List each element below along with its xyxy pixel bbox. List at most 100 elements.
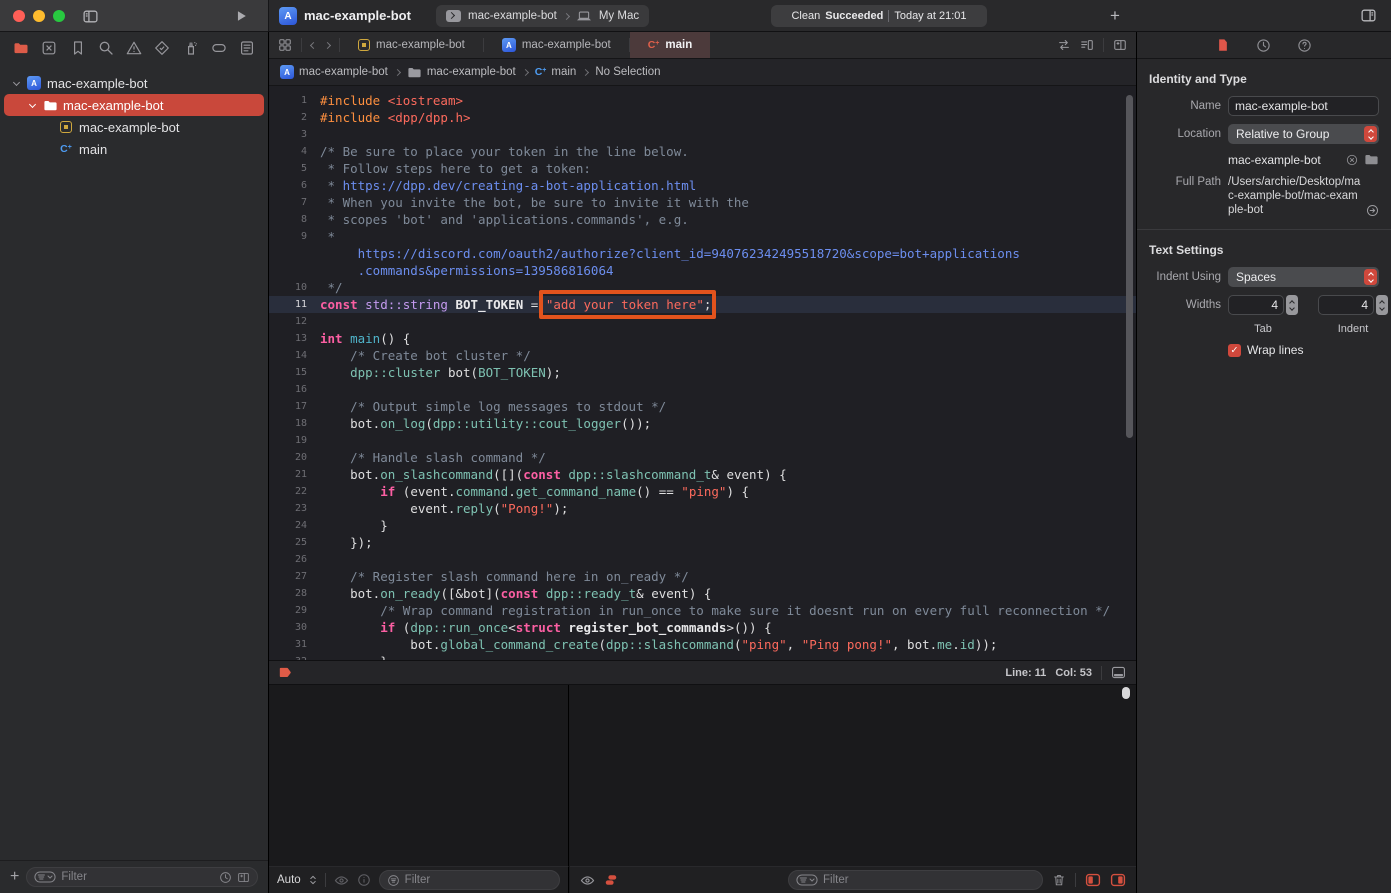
tab-mac-example-bot[interactable]: mac-example-bot bbox=[484, 32, 629, 58]
breakpoints-navigator-icon[interactable] bbox=[211, 40, 227, 56]
choose-folder-icon[interactable] bbox=[1364, 152, 1379, 167]
chevron-down-icon[interactable] bbox=[24, 104, 40, 107]
minimize-window-button[interactable] bbox=[33, 10, 45, 22]
code-line-31[interactable]: 31 bot.global_command_create(dpp::slashc… bbox=[269, 636, 1136, 653]
code-line-28[interactable]: 28 bot.on_ready([&bot](const dpp::ready_… bbox=[269, 585, 1136, 602]
code-line-11[interactable]: 11const std::string BOT_TOKEN = "add you… bbox=[269, 296, 1136, 313]
navigator-filter-field[interactable]: Filter bbox=[26, 867, 258, 887]
bookmarks-navigator-icon[interactable] bbox=[70, 40, 86, 56]
related-items-icon[interactable] bbox=[278, 38, 292, 52]
jumpbar-item[interactable]: mac-example-bot bbox=[280, 65, 388, 79]
code-line-wrap[interactable]: https://discord.com/oauth2/authorize?cli… bbox=[269, 245, 1136, 262]
library-add-button[interactable] bbox=[1105, 6, 1125, 26]
show-console-toggle-icon[interactable] bbox=[1110, 873, 1126, 887]
clear-console-icon[interactable] bbox=[1052, 873, 1066, 887]
code-line-12[interactable]: 12 bbox=[269, 313, 1136, 330]
show-variables-view-toggle-icon[interactable] bbox=[1085, 873, 1101, 887]
variables-view[interactable] bbox=[269, 685, 569, 866]
code-review-icon[interactable] bbox=[1057, 38, 1071, 52]
tests-navigator-icon[interactable] bbox=[154, 40, 170, 56]
close-window-button[interactable] bbox=[13, 10, 25, 22]
history-inspector-icon[interactable] bbox=[1256, 38, 1271, 53]
code-line-7[interactable]: 7 * When you invite the bot, be sure to … bbox=[269, 194, 1136, 211]
variables-filter-field[interactable]: Filter bbox=[379, 870, 560, 890]
tab-main[interactable]: Cmain bbox=[630, 32, 711, 58]
scheme-selector[interactable]: mac-example-bot My Mac bbox=[436, 5, 649, 27]
forward-button[interactable] bbox=[324, 41, 331, 48]
console-view[interactable] bbox=[570, 685, 1136, 866]
add-editor-icon[interactable] bbox=[1113, 38, 1127, 52]
code-line-9[interactable]: 9 * bbox=[269, 228, 1136, 245]
jumpbar-item[interactable]: No Selection bbox=[595, 66, 660, 78]
jumpbar-item[interactable]: mac-example-bot bbox=[407, 65, 516, 80]
editor-options-icon[interactable] bbox=[1080, 38, 1094, 52]
code-line-3[interactable]: 3 bbox=[269, 126, 1136, 143]
reports-navigator-icon[interactable] bbox=[239, 40, 255, 56]
back-button[interactable] bbox=[310, 41, 317, 48]
code-line-24[interactable]: 24 } bbox=[269, 517, 1136, 534]
code-line-13[interactable]: 13int main() { bbox=[269, 330, 1136, 347]
source-control-filter-icon[interactable] bbox=[237, 871, 250, 884]
wrap-lines-checkbox[interactable]: Wrap lines bbox=[1228, 343, 1379, 357]
tree-item-main[interactable]: Cmain bbox=[4, 138, 264, 160]
run-button[interactable] bbox=[234, 9, 248, 23]
code-line-10[interactable]: 10 */ bbox=[269, 279, 1136, 296]
stepper-arrows-icon[interactable] bbox=[1376, 295, 1388, 315]
find-navigator-icon[interactable] bbox=[98, 40, 114, 56]
zoom-window-button[interactable] bbox=[53, 10, 65, 22]
code-line-wrap[interactable]: .commands&permissions=139586816064 bbox=[269, 262, 1136, 279]
code-line-2[interactable]: 2#include <dpp/dpp.h> bbox=[269, 109, 1136, 126]
name-field[interactable]: mac-example-bot bbox=[1228, 96, 1379, 116]
hide-debug-area-icon[interactable] bbox=[1111, 666, 1126, 679]
code-line-21[interactable]: 21 bot.on_slashcommand([](const dpp::sla… bbox=[269, 466, 1136, 483]
code-line-6[interactable]: 6 * https://dpp.dev/creating-a-bot-appli… bbox=[269, 177, 1136, 194]
tree-item-mac-example-bot[interactable]: mac-example-bot bbox=[4, 116, 264, 138]
breakpoints-toggle-icon[interactable] bbox=[279, 667, 292, 678]
code-line-19[interactable]: 19 bbox=[269, 432, 1136, 449]
code-line-5[interactable]: 5 * Follow steps here to get a token: bbox=[269, 160, 1136, 177]
code-line-29[interactable]: 29 /* Wrap command registration in run_o… bbox=[269, 602, 1136, 619]
indent-width-stepper[interactable]: 4 bbox=[1318, 295, 1388, 315]
code-line-25[interactable]: 25 }); bbox=[269, 534, 1136, 551]
quick-help-inspector-icon[interactable] bbox=[1297, 38, 1312, 53]
quicklook-icon[interactable] bbox=[334, 873, 349, 888]
source-control-navigator-icon[interactable] bbox=[41, 40, 57, 56]
console-filter-field[interactable]: Filter bbox=[788, 870, 1043, 890]
code-line-22[interactable]: 22 if (event.command.get_command_name() … bbox=[269, 483, 1136, 500]
recent-files-filter-icon[interactable] bbox=[219, 871, 232, 884]
toggle-inspector-icon[interactable] bbox=[1360, 7, 1377, 24]
info-icon[interactable] bbox=[357, 873, 371, 887]
jumpbar-item[interactable]: Cmain bbox=[535, 66, 577, 78]
variables-scope-popup[interactable]: Auto bbox=[277, 874, 301, 886]
code-line-26[interactable]: 26 bbox=[269, 551, 1136, 568]
clear-location-icon[interactable] bbox=[1346, 154, 1358, 166]
add-file-button[interactable] bbox=[10, 870, 19, 884]
tree-item-mac-example-bot[interactable]: mac-example-bot bbox=[4, 94, 264, 116]
editor-scrollbar[interactable] bbox=[1126, 95, 1133, 438]
source-editor[interactable]: 1#include <iostream>2#include <dpp/dpp.h… bbox=[269, 88, 1136, 660]
chevron-down-icon[interactable] bbox=[8, 82, 24, 85]
code-line-23[interactable]: 23 event.reply("Pong!"); bbox=[269, 500, 1136, 517]
issues-navigator-icon[interactable] bbox=[126, 40, 142, 56]
debug-navigator-icon[interactable] bbox=[183, 40, 199, 56]
toggle-navigator-icon[interactable] bbox=[82, 8, 99, 25]
code-line-4[interactable]: 4/* Be sure to place your token in the l… bbox=[269, 143, 1136, 160]
code-line-18[interactable]: 18 bot.on_log(dpp::utility::cout_logger(… bbox=[269, 415, 1136, 432]
project-navigator-icon[interactable] bbox=[13, 40, 29, 56]
code-line-8[interactable]: 8 * scopes 'bot' and 'applications.comma… bbox=[269, 211, 1136, 228]
code-line-30[interactable]: 30 if (dpp::run_once<struct register_bot… bbox=[269, 619, 1136, 636]
quicklook-icon[interactable] bbox=[580, 873, 595, 888]
code-line-14[interactable]: 14 /* Create bot cluster */ bbox=[269, 347, 1136, 364]
activity-status[interactable]: CleanSucceeded Today at 21:01 bbox=[771, 5, 987, 27]
code-line-15[interactable]: 15 dpp::cluster bot(BOT_TOKEN); bbox=[269, 364, 1136, 381]
file-inspector-icon[interactable] bbox=[1216, 38, 1230, 52]
stepper-arrows-icon[interactable] bbox=[1286, 295, 1298, 315]
debugger-output-icon[interactable] bbox=[604, 873, 618, 887]
open-in-finder-icon[interactable] bbox=[1366, 204, 1379, 217]
tab-mac-example-bot[interactable]: mac-example-bot bbox=[340, 32, 483, 58]
tab-width-stepper[interactable]: 4 bbox=[1228, 295, 1298, 315]
code-line-16[interactable]: 16 bbox=[269, 381, 1136, 398]
indent-using-popup[interactable]: Spaces bbox=[1228, 267, 1379, 287]
code-line-27[interactable]: 27 /* Register slash command here in on_… bbox=[269, 568, 1136, 585]
code-line-17[interactable]: 17 /* Output simple log messages to stdo… bbox=[269, 398, 1136, 415]
